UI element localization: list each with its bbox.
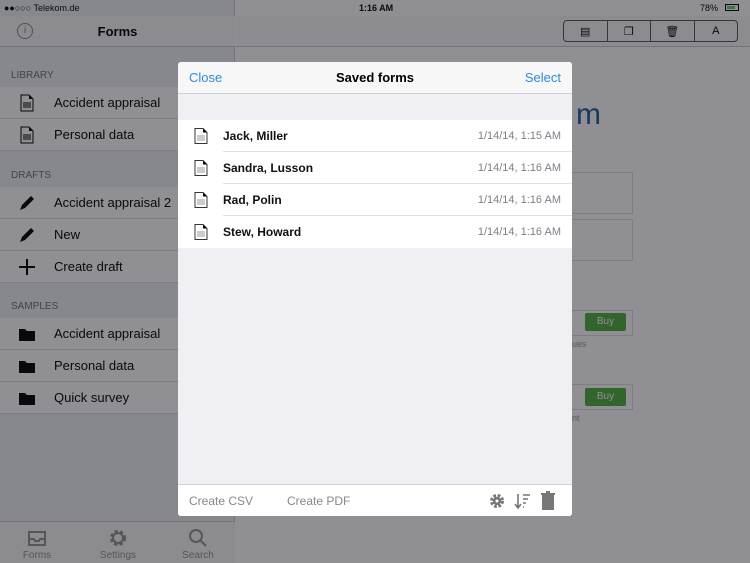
modal-footer: Create CSV Create PDF xyxy=(178,484,572,516)
select-button[interactable]: Select xyxy=(525,62,561,94)
saved-form-row[interactable]: Rad, Polin 1/14/14, 1:16 AM xyxy=(178,184,572,216)
document-icon xyxy=(194,224,208,240)
modal-title: Saved forms xyxy=(335,70,415,85)
create-csv-button[interactable]: Create CSV xyxy=(189,485,253,516)
saved-form-row[interactable]: Jack, Miller 1/14/14, 1:15 AM xyxy=(178,120,572,152)
saved-form-row[interactable]: Sandra, Lusson 1/14/14, 1:16 AM xyxy=(178,152,572,184)
sort-icon[interactable] xyxy=(514,492,532,510)
close-button[interactable]: Close xyxy=(189,62,222,94)
form-date: 1/14/14, 1:16 AM xyxy=(477,162,561,174)
form-date: 1/14/14, 1:16 AM xyxy=(477,194,561,206)
document-icon xyxy=(194,160,208,176)
document-icon xyxy=(194,128,208,144)
form-date: 1/14/14, 1:16 AM xyxy=(477,226,561,238)
saved-forms-modal: Close Saved forms Select Jack, Miller 1/1… xyxy=(178,62,572,516)
modal-header: Close Saved forms Select xyxy=(178,62,572,94)
gear-icon[interactable] xyxy=(489,493,505,509)
saved-form-row[interactable]: Stew, Howard 1/14/14, 1:16 AM xyxy=(178,216,572,248)
form-name: Stew, Howard xyxy=(223,225,302,239)
form-name: Rad, Polin xyxy=(223,193,282,207)
create-pdf-button[interactable]: Create PDF xyxy=(287,485,350,516)
form-name: Sandra, Lusson xyxy=(223,161,314,175)
form-date: 1/14/14, 1:15 AM xyxy=(477,130,561,142)
document-icon xyxy=(194,192,208,208)
form-name: Jack, Miller xyxy=(223,129,288,143)
trash-icon[interactable] xyxy=(540,491,556,510)
